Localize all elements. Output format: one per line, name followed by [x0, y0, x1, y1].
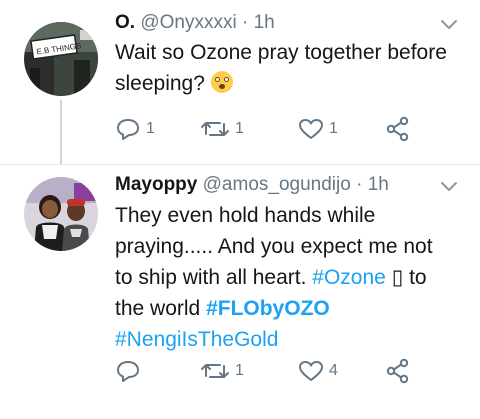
share-icon [385, 116, 411, 142]
display-name[interactable]: Mayoppy [115, 174, 197, 195]
retweet-count: 1 [235, 120, 244, 137]
timestamp[interactable]: 1h [254, 12, 275, 33]
hashtag-link[interactable]: #Ozone [312, 266, 386, 289]
hashtag-link[interactable]: #NengiIsTheGold [115, 328, 278, 351]
like-button[interactable]: 1 [298, 116, 338, 142]
tweet-header: Mayoppy @amos_ogundijo · 1h [115, 172, 389, 198]
retweet-icon [200, 359, 230, 383]
avatar[interactable]: E.B THINGS [24, 22, 98, 96]
hashtag-link[interactable]: #FLObyOZO [206, 297, 330, 320]
tweet-2[interactable]: Mayoppy @amos_ogundijo · 1h They even ho… [0, 165, 480, 419]
share-button[interactable] [385, 116, 411, 142]
tweet-text: They even hold hands while praying..... … [115, 204, 433, 351]
reply-icon [115, 359, 141, 383]
retweet-button[interactable]: 1 [200, 116, 244, 142]
chevron-down-icon[interactable] [438, 13, 460, 35]
reply-button[interactable] [115, 358, 146, 384]
share-icon [385, 358, 411, 384]
action-bar: 1 4 [115, 358, 455, 384]
retweet-count: 1 [235, 362, 244, 379]
flushed-face-emoji-icon [210, 71, 233, 93]
separator: · [356, 174, 363, 195]
timestamp[interactable]: 1h [368, 174, 389, 195]
thread-line [60, 100, 62, 165]
share-button[interactable] [385, 358, 411, 384]
tweet-text: Wait so Ozone pray together before sleep… [115, 41, 447, 95]
like-button[interactable]: 4 [298, 358, 338, 384]
retweet-icon [200, 117, 230, 141]
tweet-1[interactable]: E.B THINGS O. @Onyxxxxi · 1h Wait so Ozo… [0, 0, 480, 165]
missing-glyph: ▯ [391, 266, 404, 289]
display-name[interactable]: O. [115, 12, 135, 33]
heart-icon [298, 117, 324, 141]
user-handle[interactable]: @amos_ogundijo [203, 174, 351, 195]
reply-button[interactable]: 1 [115, 116, 155, 142]
like-count: 1 [329, 120, 338, 137]
reply-count: 1 [146, 120, 155, 137]
tweet-header: O. @Onyxxxxi · 1h [115, 10, 275, 36]
retweet-button[interactable]: 1 [200, 358, 244, 384]
like-count: 4 [329, 362, 338, 379]
avatar[interactable] [24, 177, 98, 251]
heart-icon [298, 359, 324, 383]
separator: · [241, 12, 249, 33]
action-bar: 1 1 1 [115, 116, 455, 142]
user-handle[interactable]: @Onyxxxxi [140, 12, 236, 33]
chevron-down-icon[interactable] [438, 175, 460, 197]
reply-icon [115, 117, 141, 141]
